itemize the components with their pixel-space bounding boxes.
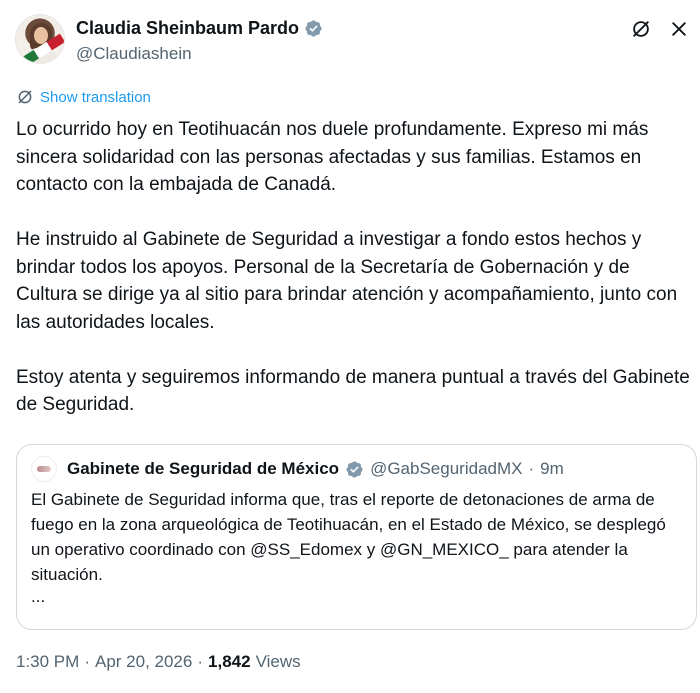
author-name-row[interactable]: Claudia Sheinbaum Pardo <box>76 18 323 39</box>
show-translation-link[interactable]: Show translation <box>16 88 151 106</box>
tweet-date[interactable]: Apr 20, 2026 <box>95 652 192 672</box>
views-label: Views <box>255 652 301 671</box>
quoted-more-ellipsis: ... <box>31 587 46 606</box>
translate-icon <box>16 88 34 106</box>
close-icon[interactable] <box>668 18 690 40</box>
top-actions <box>630 18 690 40</box>
author-handle[interactable]: @Claudiashein <box>76 44 192 64</box>
separator-dot: · <box>528 459 535 478</box>
author-display-name[interactable]: Claudia Sheinbaum Pardo <box>76 18 299 39</box>
separator-dot: · <box>84 652 90 671</box>
quoted-timestamp[interactable]: 9m <box>540 459 564 479</box>
separator-dot: · <box>197 652 204 671</box>
quoted-tweet-text: El Gabinete de Seguridad informa que, tr… <box>31 490 666 584</box>
tweet-paragraph: Lo ocurrido hoy en Teotihuacán nos duele… <box>16 119 649 195</box>
quoted-tweet-header: Gabinete de Seguridad de México @GabSegu… <box>31 456 682 482</box>
quoted-tweet[interactable]: Gabinete de Seguridad de México @GabSegu… <box>16 444 697 630</box>
verified-badge-icon <box>304 19 323 38</box>
grok-icon[interactable] <box>630 18 652 40</box>
tweet-paragraph: Estoy atenta y seguiremos informando de … <box>16 366 690 416</box>
tweet-paragraph: He instruido al Gabinete de Seguridad a … <box>16 229 678 333</box>
tweet-body: Lo ocurrido hoy en Teotihuacán nos duele… <box>16 116 692 419</box>
show-translation-label[interactable]: Show translation <box>40 89 151 106</box>
verified-badge-icon <box>345 460 364 479</box>
quoted-handle[interactable]: @GabSeguridadMX <box>370 459 522 479</box>
quoted-avatar[interactable] <box>31 456 57 482</box>
author-avatar[interactable] <box>15 14 65 64</box>
tweet-time[interactable]: 1:30 PM <box>16 652 79 672</box>
tweet-meta: 1:30 PM · Apr 20, 2026 · 1,842 Views <box>16 652 301 672</box>
quoted-display-name[interactable]: Gabinete de Seguridad de México <box>67 459 339 479</box>
views-count: 1,842 <box>208 652 251 671</box>
